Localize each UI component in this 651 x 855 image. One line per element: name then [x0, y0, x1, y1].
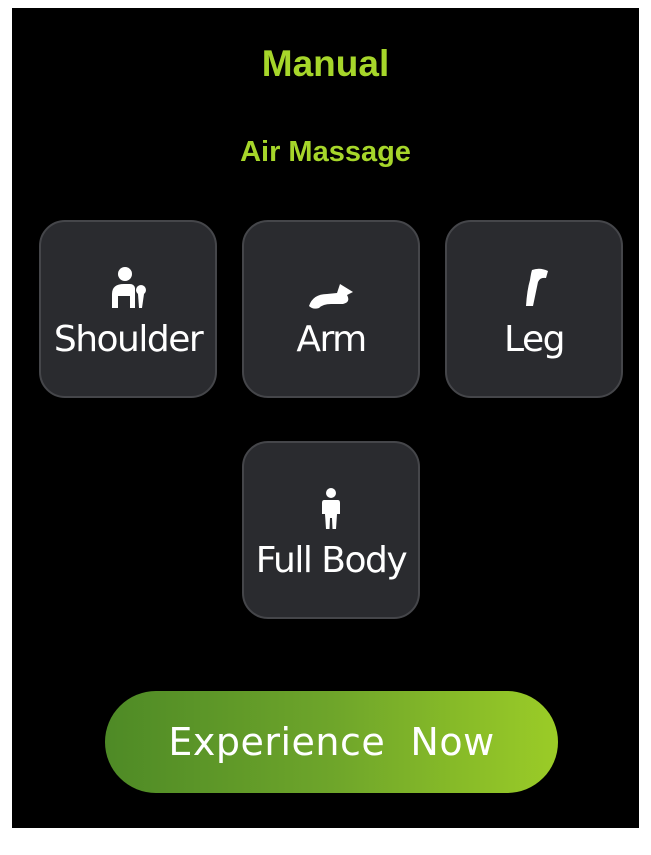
full-body-icon [322, 488, 340, 529]
massage-screen: Manual Air Massage Shoulder Arm Leg Full… [12, 8, 639, 828]
arm-icon [309, 284, 353, 309]
full-body-label: Full Body [255, 540, 408, 581]
shoulder-icon [112, 267, 146, 308]
leg-icon [526, 268, 548, 306]
leg-label: Leg [504, 319, 565, 360]
section-title: Air Massage [240, 136, 411, 168]
shoulder-label: Shoulder [53, 319, 204, 360]
shoulder-button[interactable]: Shoulder [39, 220, 217, 398]
full-body-button[interactable]: Full Body [242, 441, 420, 619]
experience-now-button[interactable]: Experience Now [105, 691, 558, 793]
arm-label: Arm [296, 319, 367, 360]
page-title: Manual [261, 43, 390, 84]
arm-button[interactable]: Arm [242, 220, 420, 398]
leg-button[interactable]: Leg [445, 220, 623, 398]
